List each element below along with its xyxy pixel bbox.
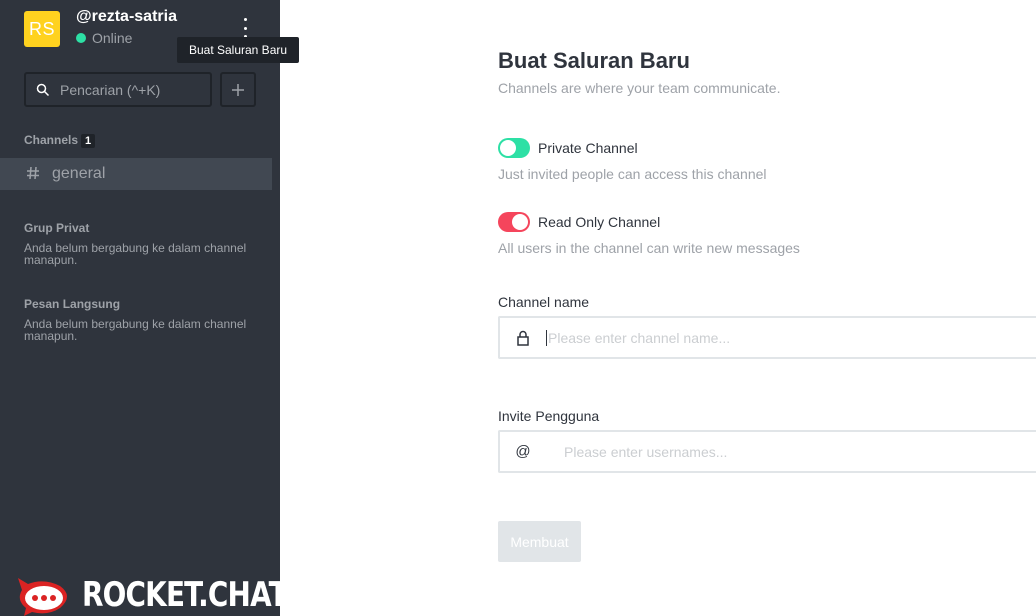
search-placeholder: Pencarian (^+K) [60, 81, 161, 98]
channels-title-label: Channels [24, 133, 79, 147]
direct-messages-title: Pesan Langsung [24, 297, 121, 311]
channel-name-input[interactable] [548, 329, 1008, 346]
plus-icon [232, 83, 244, 96]
kebab-menu-icon[interactable] [236, 18, 254, 38]
search-icon [26, 83, 60, 97]
create-button[interactable]: Membuat [498, 521, 581, 562]
create-channel-button[interactable] [220, 72, 256, 107]
page-subtitle: Channels are where your team communicate… [498, 80, 781, 96]
page-title: Buat Saluran Baru [498, 48, 690, 73]
user-status-label: Online [92, 30, 133, 46]
rocket-chat-wordmark: ROCKET.CHAT [82, 575, 288, 615]
at-icon: @ [515, 443, 531, 460]
channels-count-badge: 1 [81, 134, 96, 148]
rocket-chat-logo-icon [18, 578, 67, 616]
read-only-toggle[interactable] [498, 212, 530, 232]
create-channel-panel: Buat Saluran Baru Channels are where you… [280, 0, 1036, 616]
invite-users-label: Invite Pengguna [498, 408, 600, 424]
user-status: Online [76, 30, 132, 46]
lock-icon [500, 330, 546, 346]
text-caret [546, 329, 547, 346]
username[interactable]: @rezta-satria [76, 8, 177, 26]
read-only-channel-label: Read Only Channel [538, 214, 661, 230]
private-groups-empty-text: Anda belum bergabung ke dalam channel ma… [24, 241, 247, 267]
private-channel-hint: Just invited people can access this chan… [498, 166, 767, 182]
private-channel-toggle[interactable] [498, 138, 530, 158]
tooltip: Buat Saluran Baru [177, 37, 299, 63]
online-status-icon [76, 33, 86, 43]
toggle-knob [500, 140, 516, 156]
read-only-channel-row: Read Only Channel [498, 212, 660, 232]
direct-messages-empty-text: Anda belum bergabung ke dalam channel ma… [24, 317, 247, 343]
private-channel-label: Private Channel [538, 140, 638, 156]
invite-users-field[interactable]: @ [498, 430, 1036, 473]
read-only-channel-hint: All users in the channel can write new m… [498, 240, 800, 256]
invite-users-input[interactable] [564, 443, 1024, 460]
channels-section-title: Channels 1 [24, 133, 96, 148]
toggle-knob [512, 214, 528, 230]
avatar[interactable]: RS [24, 11, 60, 47]
sidebar-item-label: general [52, 165, 106, 182]
sidebar-item-general[interactable]: general [0, 158, 272, 190]
channel-name-label: Channel name [498, 294, 590, 310]
search-input[interactable]: Pencarian (^+K) [24, 72, 212, 107]
hash-icon [26, 164, 52, 185]
private-groups-title: Grup Privat [24, 221, 90, 235]
channel-name-field[interactable] [498, 316, 1036, 359]
private-channel-row: Private Channel [498, 138, 638, 158]
sidebar: RS @rezta-satria Online Pencarian (^+K) … [0, 0, 288, 616]
